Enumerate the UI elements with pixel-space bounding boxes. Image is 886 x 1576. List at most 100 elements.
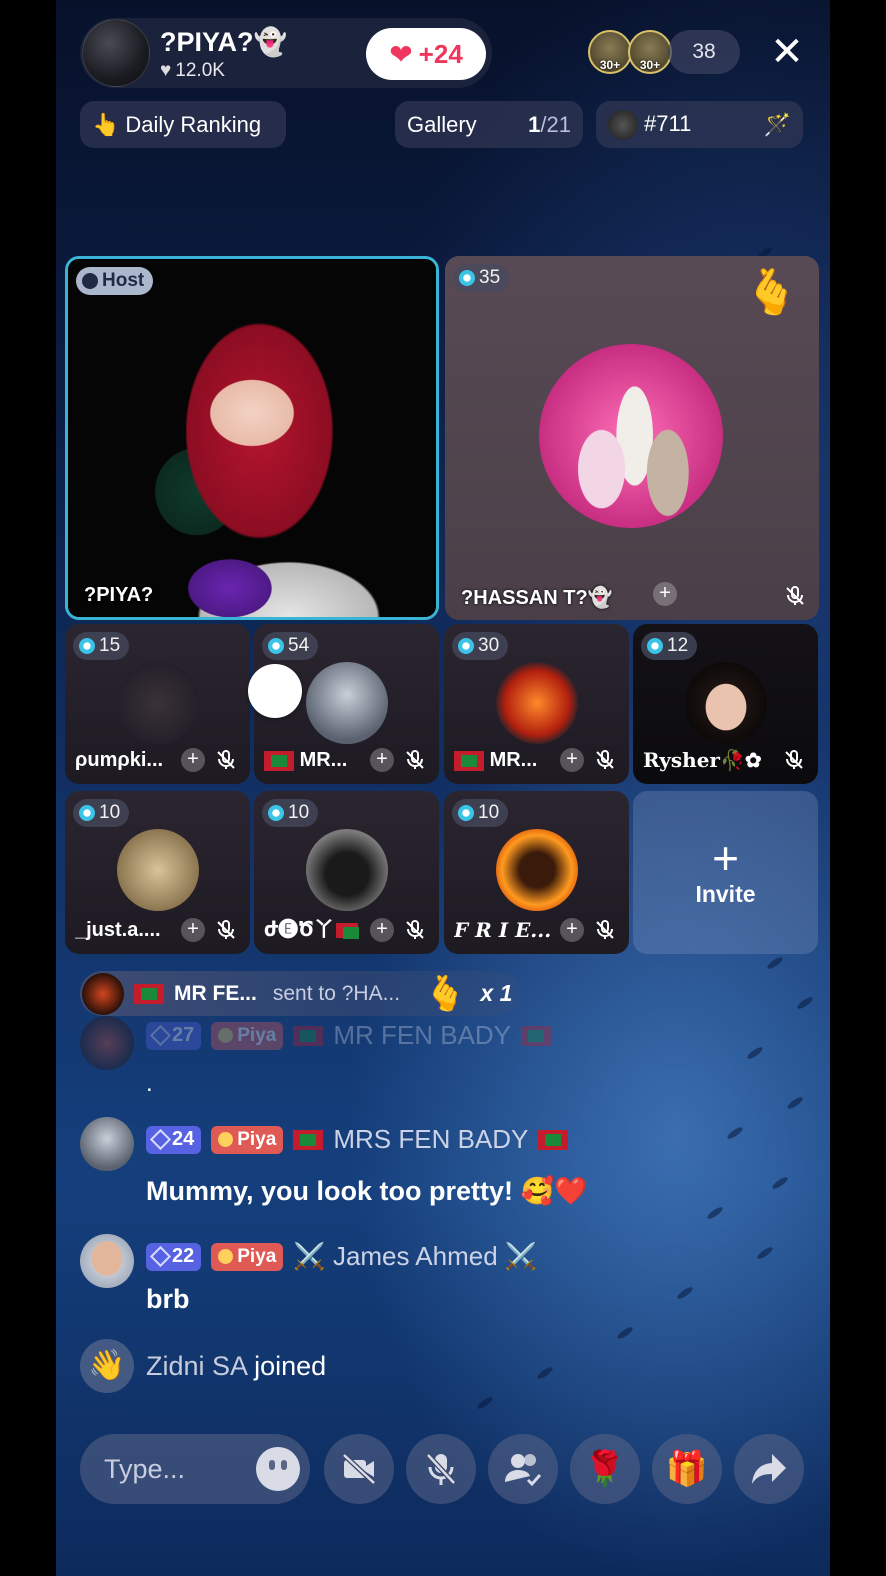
follow-plus-button[interactable]: + bbox=[560, 748, 584, 772]
camera-off-button[interactable] bbox=[324, 1434, 394, 1504]
seat-avatar[interactable] bbox=[496, 829, 578, 911]
rose-gift-button[interactable]: 🌹 bbox=[570, 1434, 640, 1504]
seat-count-badge: 35 bbox=[453, 264, 510, 292]
follow-plus-button[interactable]: + bbox=[370, 748, 394, 772]
seat-avatar[interactable] bbox=[685, 662, 767, 744]
fan-club-badge: Piya bbox=[211, 1242, 284, 1271]
maldives-flag-icon bbox=[293, 1025, 324, 1046]
viewer-level-badge: 30+ bbox=[599, 58, 621, 72]
gift-button[interactable]: 🎁 bbox=[652, 1434, 722, 1504]
rank-button[interactable]: #711 🪄 bbox=[596, 101, 803, 148]
seat-4[interactable]: 12 Rysher🥀✿ bbox=[633, 624, 818, 784]
finger-heart-icon: 🫰 bbox=[744, 268, 799, 317]
guest-seat[interactable]: 35 🫰 ?HASSAN T?👻 + bbox=[445, 256, 819, 620]
share-button[interactable] bbox=[734, 1434, 804, 1504]
club-heart-icon bbox=[218, 1249, 234, 1264]
follow-plus-button[interactable]: + bbox=[181, 748, 205, 772]
top-viewer-avatar[interactable]: 30+ bbox=[628, 30, 672, 74]
gift-sender: MR FE... bbox=[174, 981, 257, 1005]
host-badge-label: Host bbox=[102, 270, 145, 291]
gallery-total: /21 bbox=[540, 111, 571, 137]
follow-plus-button[interactable]: + bbox=[560, 918, 584, 942]
invite-button[interactable]: + Invite bbox=[633, 791, 818, 954]
club-name: Piya bbox=[237, 1024, 277, 1046]
rank-avatar bbox=[608, 109, 638, 140]
chat-username[interactable]: MR FEN BADY bbox=[333, 1020, 511, 1051]
chat-avatar[interactable] bbox=[80, 1016, 134, 1070]
gem-icon bbox=[458, 805, 474, 821]
seat-name: _just.a.... bbox=[75, 919, 161, 941]
close-button[interactable]: ✕ bbox=[766, 32, 808, 74]
rank-number: #711 bbox=[644, 110, 692, 136]
host-video bbox=[68, 259, 436, 617]
maldives-flag-icon bbox=[335, 923, 359, 940]
seat-avatar[interactable] bbox=[306, 829, 388, 911]
seat-avatar[interactable] bbox=[496, 662, 578, 744]
gem-icon bbox=[79, 638, 95, 654]
follow-plus-button[interactable]: + bbox=[181, 918, 205, 942]
chat-message-text: . bbox=[146, 1070, 153, 1097]
host-seat[interactable]: Host ?PIYA? bbox=[65, 256, 439, 620]
guest-avatar[interactable] bbox=[539, 344, 723, 528]
gallery-button[interactable]: Gallery 1/21 bbox=[395, 101, 583, 148]
follow-plus-button[interactable]: + bbox=[370, 918, 394, 942]
join-text: Zidni SA joined bbox=[146, 1351, 326, 1382]
seat-count: 15 bbox=[99, 635, 121, 656]
chat-avatar[interactable] bbox=[80, 1234, 134, 1288]
mic-off-button[interactable] bbox=[406, 1434, 476, 1504]
seat-7[interactable]: 10 F R I E... + bbox=[444, 791, 629, 954]
trophy-icon: 🪄 bbox=[763, 111, 791, 137]
waving-hand-icon[interactable]: 👋 bbox=[80, 1339, 134, 1393]
host-info-pill[interactable]: ?PIYA?👻 ♥ 12.0K ❤ +24 bbox=[80, 18, 492, 88]
camera-off-icon bbox=[342, 1453, 376, 1485]
club-name: Piya bbox=[237, 1128, 277, 1150]
seat-count: 30 bbox=[478, 635, 500, 656]
fan-club-badge: Piya bbox=[211, 1125, 284, 1154]
host-badge: Host bbox=[76, 267, 154, 295]
fish-decoration bbox=[615, 1325, 635, 1341]
gift-icon: 🎁 bbox=[665, 1450, 709, 1488]
mic-muted-icon bbox=[406, 750, 424, 769]
seat-count-badge: 10 bbox=[73, 799, 130, 827]
seat-count: 12 bbox=[667, 635, 689, 656]
fish-decoration bbox=[705, 1205, 725, 1221]
seat-avatar[interactable] bbox=[117, 829, 199, 911]
top-viewer-avatar[interactable]: 30+ bbox=[588, 30, 632, 74]
gem-icon bbox=[79, 805, 95, 821]
participants-button[interactable] bbox=[488, 1434, 558, 1504]
chat-avatar[interactable] bbox=[80, 1117, 134, 1171]
sender-avatar bbox=[82, 972, 124, 1015]
heart-icon: ❤ bbox=[389, 38, 413, 70]
gift-recipient: sent to ?HA... bbox=[272, 981, 401, 1005]
daily-ranking-label: Daily Ranking bbox=[125, 111, 262, 137]
host-avatar[interactable] bbox=[82, 19, 150, 87]
chat-username[interactable]: MRS FEN BADY bbox=[333, 1124, 528, 1155]
seat-name: F R I E... bbox=[454, 918, 552, 942]
seat-1[interactable]: 15 ρumρki... + bbox=[65, 624, 250, 784]
gift-banner: MR FE... sent to ?HA... 🫰 x 1 bbox=[80, 971, 520, 1016]
viewer-count[interactable]: 38 bbox=[668, 30, 740, 74]
daily-ranking-button[interactable]: 👆 Daily Ranking bbox=[80, 101, 286, 148]
seat-3[interactable]: 30 MR... + bbox=[444, 624, 629, 784]
seat-name: ժ🅔Ծ丫 bbox=[264, 913, 364, 942]
emoji-icon[interactable] bbox=[256, 1447, 300, 1491]
seat-count: 54 bbox=[288, 635, 310, 656]
alarm-icon bbox=[82, 273, 98, 289]
message-placeholder: Type... bbox=[104, 1453, 186, 1484]
seat-avatar[interactable] bbox=[117, 662, 199, 744]
host-seat-name: ?PIYA? bbox=[84, 584, 154, 606]
fish-decoration bbox=[770, 1175, 790, 1191]
mic-muted-icon bbox=[786, 586, 804, 605]
joined-username[interactable]: Zidni SA bbox=[146, 1351, 247, 1381]
follow-plus-button[interactable]: + bbox=[653, 582, 677, 606]
seat-6[interactable]: 10 ժ🅔Ծ丫 + bbox=[254, 791, 439, 954]
host-likes-count: 12.0K bbox=[175, 60, 225, 81]
laughing-emoji-reaction: 😂 bbox=[248, 664, 302, 718]
like-button[interactable]: ❤ +24 bbox=[366, 28, 486, 80]
seat-avatar[interactable] bbox=[306, 662, 388, 744]
seat-5[interactable]: 10 _just.a.... + bbox=[65, 791, 250, 954]
message-input[interactable]: Type... bbox=[80, 1434, 310, 1504]
invite-label: Invite bbox=[695, 881, 756, 907]
maldives-flag-icon bbox=[454, 750, 484, 771]
chat-username[interactable]: ⚔️ James Ahmed ⚔️ bbox=[293, 1241, 537, 1272]
